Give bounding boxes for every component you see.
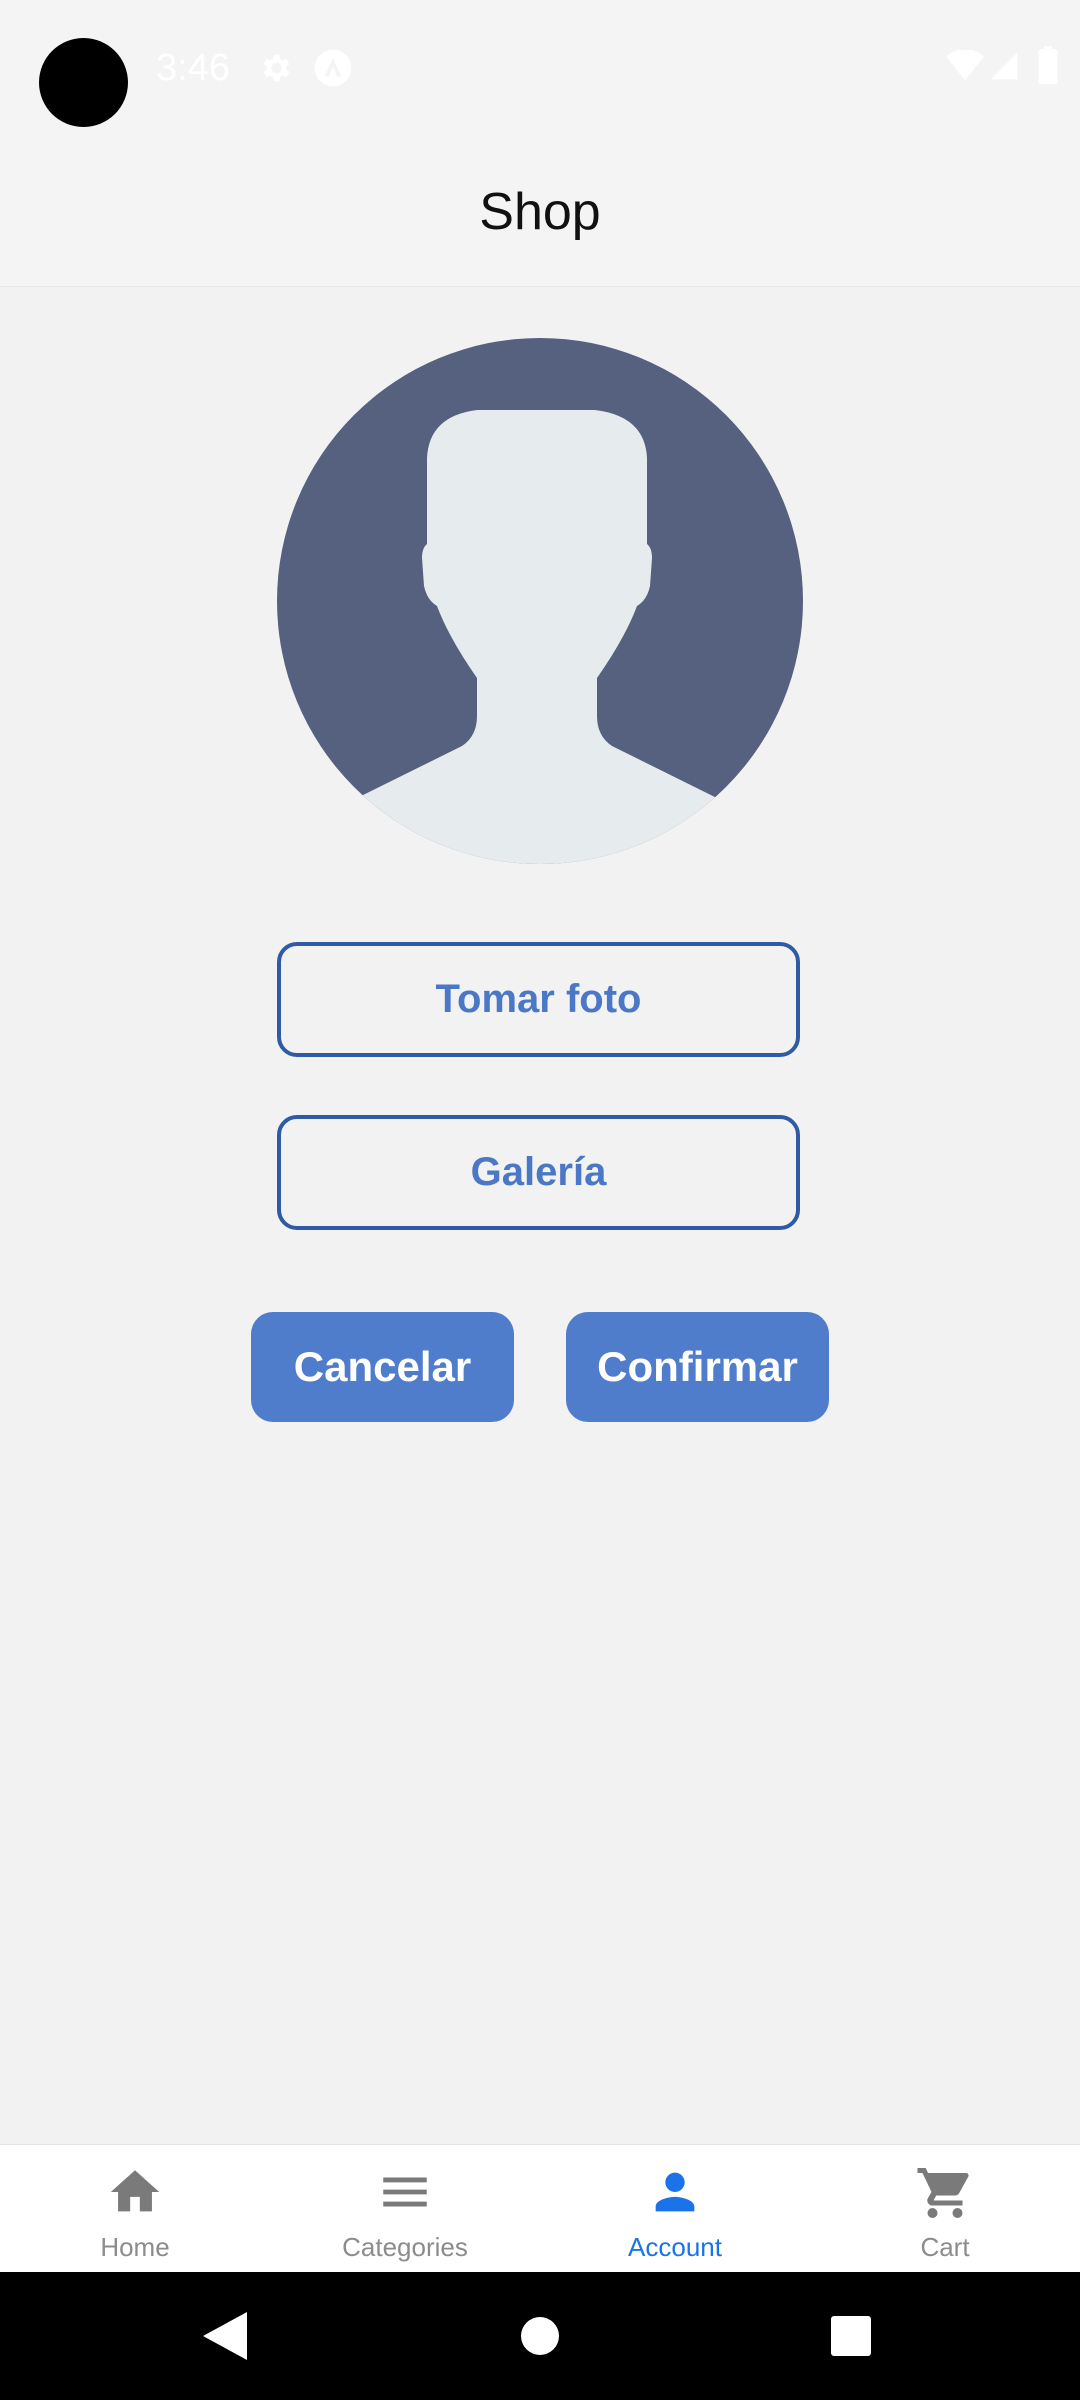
home-button-icon[interactable] bbox=[520, 2316, 560, 2356]
status-bar: 3:46 bbox=[0, 0, 1080, 136]
settings-icon bbox=[263, 54, 290, 82]
nav-label-account: Account bbox=[628, 2232, 722, 2262]
back-icon[interactable] bbox=[203, 2312, 247, 2360]
cart-icon bbox=[917, 2168, 969, 2218]
cell-signal-icon bbox=[990, 52, 1018, 80]
menu-icon bbox=[383, 2177, 427, 2207]
cancel-button[interactable]: Cancelar bbox=[251, 1312, 514, 1422]
app-notification-icon bbox=[314, 49, 352, 87]
take-photo-button[interactable]: Tomar foto bbox=[277, 942, 800, 1057]
app-bar: Shop bbox=[0, 136, 1080, 287]
bottom-nav: Home Categories Account Cart bbox=[0, 2144, 1080, 2273]
page-title: Shop bbox=[479, 183, 601, 241]
battery-icon bbox=[1038, 46, 1058, 84]
system-nav-bar bbox=[0, 2272, 1080, 2400]
recents-icon[interactable] bbox=[831, 2316, 871, 2356]
home-icon bbox=[110, 2170, 160, 2212]
nav-item-cart[interactable]: Cart bbox=[810, 2145, 1080, 2273]
nav-item-home[interactable]: Home bbox=[0, 2145, 270, 2273]
nav-item-categories[interactable]: Categories bbox=[270, 2145, 540, 2273]
confirm-button[interactable]: Confirmar bbox=[566, 1312, 829, 1422]
nav-item-account[interactable]: Account bbox=[540, 2145, 810, 2273]
avatar bbox=[277, 338, 803, 864]
nav-label-home: Home bbox=[100, 2232, 170, 2262]
person-icon bbox=[655, 2172, 695, 2212]
status-time: 3:46 bbox=[156, 47, 230, 89]
camera-cutout bbox=[39, 38, 128, 127]
wifi-icon bbox=[946, 50, 984, 81]
gallery-button[interactable]: Galería bbox=[277, 1115, 800, 1230]
nav-label-cart: Cart bbox=[920, 2232, 970, 2262]
nav-label-categories: Categories bbox=[342, 2232, 468, 2262]
